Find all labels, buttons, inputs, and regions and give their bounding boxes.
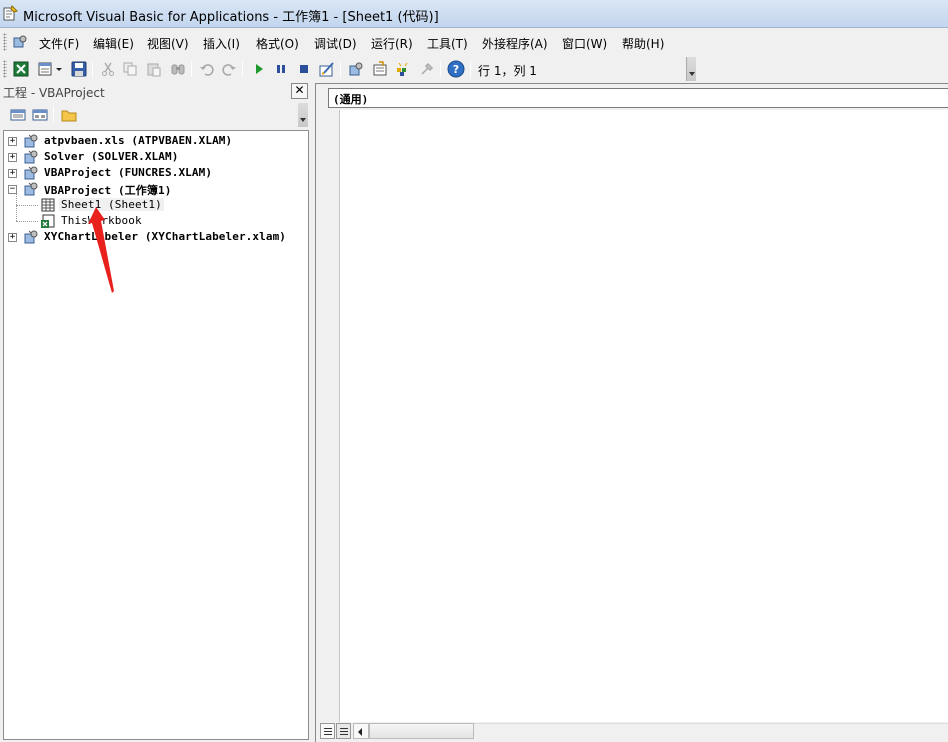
run-icon[interactable] xyxy=(250,60,268,78)
paste-icon[interactable] xyxy=(145,60,163,78)
expand-icon[interactable]: + xyxy=(8,153,17,162)
project-panel-title: 工程 - VBAProject xyxy=(3,86,105,100)
tree-connector xyxy=(16,193,17,221)
project-tree: + atpvbaen.xls (ATPVBAEN.XLAM) + Solver … xyxy=(3,130,309,740)
svg-text:?: ? xyxy=(453,63,459,76)
object-combobox[interactable]: (通用) xyxy=(328,88,948,108)
standard-toolbar: ? 行 1，列 1 xyxy=(0,56,696,82)
code-window-bottom-bar xyxy=(318,722,948,742)
menubar-grip[interactable] xyxy=(3,33,7,51)
redo-icon[interactable] xyxy=(220,60,238,78)
menu-edit[interactable]: 编辑(E) xyxy=(93,35,134,52)
save-icon[interactable] xyxy=(70,60,88,78)
window-title: Microsoft Visual Basic for Applications … xyxy=(23,10,439,25)
toolbar-separator xyxy=(53,106,54,122)
full-module-view-button[interactable] xyxy=(336,723,351,739)
tree-node-atpvbaen[interactable]: + atpvbaen.xls (ATPVBAEN.XLAM) xyxy=(8,133,308,149)
project-explorer-icon[interactable] xyxy=(347,60,365,78)
horizontal-scrollbar-track[interactable] xyxy=(474,723,948,739)
tree-node-label: atpvbaen.xls (ATPVBAEN.XLAM) xyxy=(44,134,233,147)
menu-window[interactable]: 窗口(W) xyxy=(562,35,607,52)
toolbox-icon[interactable] xyxy=(418,60,436,78)
tree-connector xyxy=(16,221,38,222)
panel-toolbar-options-button[interactable] xyxy=(298,103,308,127)
expand-icon[interactable]: + xyxy=(8,233,17,242)
expand-icon[interactable]: + xyxy=(8,137,17,146)
tree-node-solver[interactable]: + Solver (SOLVER.XLAM) xyxy=(8,149,308,165)
find-icon[interactable] xyxy=(169,60,187,78)
code-editor[interactable] xyxy=(339,110,948,722)
horizontal-scrollbar-thumb[interactable] xyxy=(369,723,474,739)
menu-view[interactable]: 视图(V) xyxy=(147,35,189,52)
full-module-view-icon xyxy=(340,728,348,735)
tree-node-funcres[interactable]: + VBAProject (FUNCRES.XLAM) xyxy=(8,165,308,181)
code-window: (通用) xyxy=(315,83,948,742)
excel-icon[interactable] xyxy=(12,60,30,78)
vba-project-icon xyxy=(24,150,38,164)
tree-node-thisworkbook[interactable]: ThisWorkbook xyxy=(40,213,308,229)
workbook-icon xyxy=(41,214,55,228)
vba-project-icon xyxy=(24,134,38,148)
toolbar-grip[interactable] xyxy=(3,60,7,78)
toolbar-options-button[interactable] xyxy=(686,57,696,81)
object-combobox-value: (通用) xyxy=(333,93,369,106)
object-browser-icon[interactable] xyxy=(394,60,412,78)
worksheet-icon xyxy=(41,198,55,212)
project-panel-header: 工程 - VBAProject ✕ xyxy=(0,82,310,100)
procedure-view-button[interactable] xyxy=(320,723,335,739)
collapse-icon[interactable]: − xyxy=(8,185,17,194)
menu-bar: 文件(F) 编辑(E) 视图(V) 插入(I) 格式(O) 调试(D) 运行(R… xyxy=(0,29,948,55)
tree-node-label: XYChartLabeler (XYChartLabeler.xlam) xyxy=(44,230,287,243)
tree-node-label: Solver (SOLVER.XLAM) xyxy=(44,150,179,163)
insert-dropdown-icon[interactable] xyxy=(54,60,64,78)
vba-app-icon[interactable] xyxy=(3,5,19,21)
cut-icon[interactable] xyxy=(99,60,117,78)
scroll-left-icon[interactable] xyxy=(353,723,369,739)
menu-tools[interactable]: 工具(T) xyxy=(427,35,468,52)
design-mode-icon[interactable] xyxy=(318,60,336,78)
menu-file[interactable]: 文件(F) xyxy=(39,35,79,52)
toolbar-separator xyxy=(470,61,471,77)
reset-icon[interactable] xyxy=(295,60,313,78)
expand-icon[interactable]: + xyxy=(8,169,17,178)
toolbar-separator xyxy=(191,61,192,77)
cursor-position-status: 行 1，列 1 xyxy=(478,64,537,78)
vba-project-icon xyxy=(24,182,38,196)
menu-debug[interactable]: 调试(D) xyxy=(314,35,357,52)
menu-run[interactable]: 运行(R) xyxy=(371,35,413,52)
insert-module-icon[interactable] xyxy=(36,60,54,78)
menu-format[interactable]: 格式(O) xyxy=(256,35,299,52)
tree-connector xyxy=(16,205,38,206)
toggle-folders-icon[interactable] xyxy=(60,106,78,124)
close-icon[interactable]: ✕ xyxy=(291,83,308,99)
title-bar: Microsoft Visual Basic for Applications … xyxy=(0,0,948,28)
tree-node-sheet1[interactable]: Sheet1 (Sheet1) xyxy=(40,197,308,213)
tree-node-xychartlabeler[interactable]: + XYChartLabeler (XYChartLabeler.xlam) xyxy=(8,229,308,245)
annotation-arrow-icon xyxy=(88,207,114,293)
copy-icon[interactable] xyxy=(121,60,139,78)
tree-node-label: VBAProject (工作簿1) xyxy=(44,184,172,197)
break-icon[interactable] xyxy=(272,60,290,78)
tree-node-vbaproject-workbook1[interactable]: − VBAProject (工作簿1) xyxy=(8,181,308,197)
procedure-view-icon xyxy=(324,728,332,735)
toolbar-separator xyxy=(340,61,341,77)
vba-project-icon xyxy=(24,230,38,244)
vba-project-icon[interactable] xyxy=(12,34,28,50)
menu-help[interactable]: 帮助(H) xyxy=(622,35,664,52)
undo-icon[interactable] xyxy=(198,60,216,78)
view-code-icon[interactable] xyxy=(9,106,27,124)
tree-node-label: VBAProject (FUNCRES.XLAM) xyxy=(44,166,213,179)
code-margin-indicator-bar[interactable] xyxy=(318,110,339,722)
properties-icon[interactable] xyxy=(371,60,389,78)
view-object-icon[interactable] xyxy=(31,106,49,124)
project-panel-toolbar xyxy=(0,101,310,129)
toolbar-separator xyxy=(92,61,93,77)
menu-insert[interactable]: 插入(I) xyxy=(203,35,240,52)
help-icon[interactable]: ? xyxy=(447,60,465,78)
vba-project-icon xyxy=(24,166,38,180)
toolbar-separator xyxy=(242,61,243,77)
menu-addins[interactable]: 外接程序(A) xyxy=(482,35,548,52)
toolbar-separator xyxy=(440,61,441,77)
